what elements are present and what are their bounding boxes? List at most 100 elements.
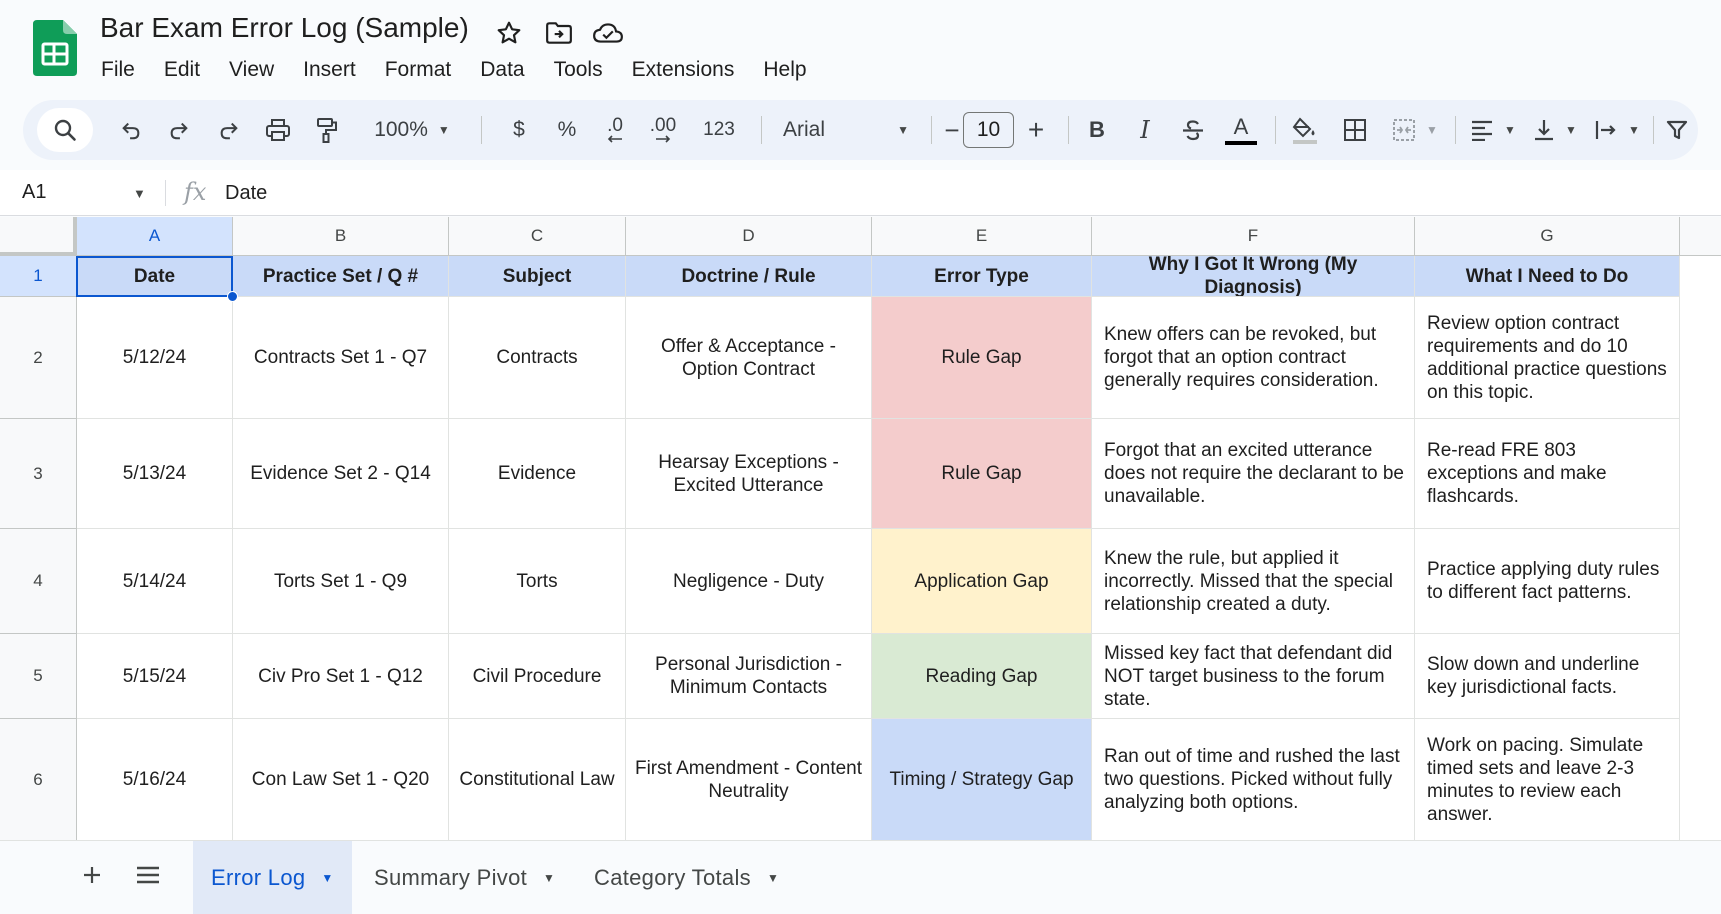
header-cell-error-type[interactable]: Error Type: [872, 256, 1092, 297]
cell-date[interactable]: 5/14/24: [77, 529, 233, 634]
column-header-g[interactable]: G: [1415, 217, 1680, 256]
cell-action[interactable]: Practice applying duty rules to differen…: [1415, 529, 1680, 634]
chevron-down-icon[interactable]: ▼: [321, 871, 333, 885]
cell-action[interactable]: Review option contract requirements and …: [1415, 297, 1680, 419]
cell-date[interactable]: 5/12/24: [77, 297, 233, 419]
column-header-c[interactable]: C: [449, 217, 626, 256]
chevron-down-icon[interactable]: ▼: [543, 871, 555, 885]
formula-input[interactable]: Date: [225, 182, 267, 205]
column-header-f[interactable]: F: [1092, 217, 1415, 256]
header-cell-diagnosis[interactable]: Why I Got It Wrong (My Diagnosis): [1092, 256, 1415, 297]
merge-cells-button[interactable]: ▼: [1383, 100, 1447, 160]
zoom-select[interactable]: 100% ▼: [357, 100, 467, 160]
cell-doctrine[interactable]: Hearsay Exceptions - Excited Utterance: [626, 419, 872, 529]
decrease-decimal-button[interactable]: .0: [595, 100, 635, 160]
menu-extensions[interactable]: Extensions: [621, 56, 746, 84]
cell-subject[interactable]: Evidence: [449, 419, 626, 529]
horizontal-align-button[interactable]: ▼: [1463, 100, 1523, 160]
cell-subject[interactable]: Civil Procedure: [449, 634, 626, 719]
font-family-select[interactable]: Arial ▼: [773, 100, 919, 160]
cell-diagnosis[interactable]: Knew the rule, but applied it incorrectl…: [1092, 529, 1415, 634]
menu-data[interactable]: Data: [469, 56, 535, 84]
fill-handle[interactable]: [227, 291, 238, 302]
move-to-folder-icon[interactable]: [542, 16, 576, 50]
cell-subject[interactable]: Torts: [449, 529, 626, 634]
cell-doctrine[interactable]: Negligence - Duty: [626, 529, 872, 634]
vertical-align-button[interactable]: ▼: [1525, 100, 1585, 160]
fill-color-button[interactable]: [1285, 100, 1325, 160]
sheet-tab-summary-pivot[interactable]: Summary Pivot ▼: [356, 841, 573, 914]
column-header-e[interactable]: E: [872, 217, 1092, 256]
add-sheet-button[interactable]: [72, 855, 112, 895]
cell-diagnosis[interactable]: Ran out of time and rushed the last two …: [1092, 719, 1415, 841]
row-header-6[interactable]: 6: [0, 719, 77, 841]
star-icon[interactable]: [492, 16, 526, 50]
cell-subject[interactable]: Constitutional Law: [449, 719, 626, 841]
chevron-down-icon[interactable]: ▼: [767, 871, 779, 885]
cloud-saved-icon[interactable]: [591, 16, 625, 50]
cell-practice-set[interactable]: Con Law Set 1 - Q20: [233, 719, 449, 841]
menu-help[interactable]: Help: [752, 56, 817, 84]
spreadsheet-grid[interactable]: A B C D E F G 1 2 3 4 5 6 Date Practice Set / Q # Subje…: [0, 217, 1721, 841]
column-header-d[interactable]: D: [626, 217, 872, 256]
cell-doctrine[interactable]: Personal Jurisdiction - Minimum Contacts: [626, 634, 872, 719]
cell-diagnosis[interactable]: Knew offers can be revoked, but forgot t…: [1092, 297, 1415, 419]
cell-action[interactable]: Slow down and underline key jurisdiction…: [1415, 634, 1680, 719]
menu-format[interactable]: Format: [374, 56, 463, 84]
cell-error-type[interactable]: Rule Gap: [872, 297, 1092, 419]
cell-diagnosis[interactable]: Missed key fact that defendant did NOT t…: [1092, 634, 1415, 719]
menu-edit[interactable]: Edit: [153, 56, 211, 84]
sheet-tab-category-totals[interactable]: Category Totals ▼: [576, 841, 797, 914]
column-header-b[interactable]: B: [233, 217, 449, 256]
cell-error-type[interactable]: Reading Gap: [872, 634, 1092, 719]
document-title[interactable]: Bar Exam Error Log (Sample): [100, 12, 469, 44]
cell-practice-set[interactable]: Torts Set 1 - Q9: [233, 529, 449, 634]
chevron-down-icon[interactable]: ▼: [133, 186, 146, 201]
menu-view[interactable]: View: [218, 56, 285, 84]
cell-practice-set[interactable]: Contracts Set 1 - Q7: [233, 297, 449, 419]
header-cell-date[interactable]: Date: [77, 256, 233, 297]
increase-decimal-button[interactable]: .00: [641, 100, 685, 160]
row-header-4[interactable]: 4: [0, 529, 77, 634]
cell-error-type[interactable]: Rule Gap: [872, 419, 1092, 529]
menu-tools[interactable]: Tools: [543, 56, 614, 84]
column-header-a[interactable]: A: [77, 217, 233, 256]
cell-diagnosis[interactable]: Forgot that an excited utterance does no…: [1092, 419, 1415, 529]
font-size-input[interactable]: 10: [963, 112, 1014, 148]
bold-button[interactable]: B: [1079, 100, 1115, 160]
header-cell-action[interactable]: What I Need to Do: [1415, 256, 1680, 297]
cell-practice-set[interactable]: Civ Pro Set 1 - Q12: [233, 634, 449, 719]
increase-font-size-button[interactable]: +: [1019, 100, 1053, 160]
row-header-5[interactable]: 5: [0, 634, 77, 719]
cell-practice-set[interactable]: Evidence Set 2 - Q14: [233, 419, 449, 529]
menu-insert[interactable]: Insert: [292, 56, 367, 84]
format-currency-button[interactable]: $: [501, 100, 537, 160]
cell-date[interactable]: 5/15/24: [77, 634, 233, 719]
cell-doctrine[interactable]: First Amendment - Content Neutrality: [626, 719, 872, 841]
cell-error-type[interactable]: Timing / Strategy Gap: [872, 719, 1092, 841]
print-button[interactable]: [257, 100, 299, 160]
header-cell-doctrine[interactable]: Doctrine / Rule: [626, 256, 872, 297]
row-header-2[interactable]: 2: [0, 297, 77, 419]
header-cell-subject[interactable]: Subject: [449, 256, 626, 297]
sheet-tab-error-log[interactable]: Error Log ▼: [193, 841, 352, 914]
borders-button[interactable]: [1335, 100, 1375, 160]
menu-file[interactable]: File: [90, 56, 146, 84]
cell-subject[interactable]: Contracts: [449, 297, 626, 419]
row-header-3[interactable]: 3: [0, 419, 77, 529]
strikethrough-button[interactable]: [1173, 100, 1213, 160]
all-sheets-button[interactable]: [128, 855, 168, 895]
cell-error-type[interactable]: Application Gap: [872, 529, 1092, 634]
cell-date[interactable]: 5/16/24: [77, 719, 233, 841]
italic-button[interactable]: I: [1127, 100, 1163, 160]
sheets-logo-icon[interactable]: [33, 20, 77, 76]
more-formats-button[interactable]: 123: [693, 100, 745, 160]
cell-action[interactable]: Re-read FRE 803 exceptions and make flas…: [1415, 419, 1680, 529]
text-color-button[interactable]: A: [1219, 100, 1263, 160]
name-box[interactable]: A1: [22, 181, 46, 204]
filter-button[interactable]: [1659, 100, 1695, 160]
row-header-1[interactable]: 1: [0, 256, 77, 297]
header-cell-practice-set[interactable]: Practice Set / Q #: [233, 256, 449, 297]
format-percent-button[interactable]: %: [549, 100, 585, 160]
redo-button[interactable]: [159, 100, 199, 160]
